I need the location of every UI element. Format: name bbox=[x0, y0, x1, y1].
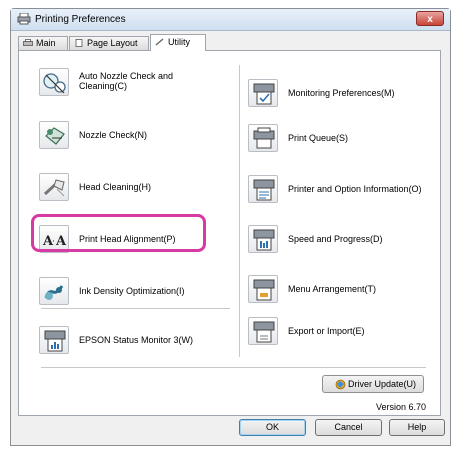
driver-update-button[interactable]: Driver Update(U) bbox=[322, 375, 424, 393]
nozzle-check-label: Nozzle Check(N) bbox=[79, 130, 148, 140]
speed-progress-label: Speed and Progress(D) bbox=[288, 234, 383, 244]
printer-icon bbox=[17, 13, 31, 25]
menu-arrangement-icon bbox=[248, 275, 278, 303]
printer-option-information-item[interactable]: Printer and Option Information(O) bbox=[248, 175, 438, 207]
export-import-icon bbox=[248, 317, 278, 345]
printer-option-information-label: Printer and Option Information(O) bbox=[288, 184, 422, 194]
auto-nozzle-check-item[interactable]: Auto Nozzle Check and Cleaning(C) bbox=[39, 68, 229, 100]
nozzle-check-item[interactable]: Nozzle Check(N) bbox=[39, 121, 229, 153]
close-button[interactable]: x bbox=[416, 11, 444, 26]
printer-icon bbox=[23, 39, 33, 46]
menu-arrangement-label: Menu Arrangement(T) bbox=[288, 284, 377, 294]
auto-nozzle-icon bbox=[39, 68, 69, 96]
globe-update-icon bbox=[335, 379, 346, 390]
auto-nozzle-check-label: Auto Nozzle Check and Cleaning(C) bbox=[79, 71, 174, 91]
help-button[interactable]: Help bbox=[389, 419, 445, 436]
ink-density-icon bbox=[39, 277, 69, 305]
status-monitor-icon bbox=[39, 326, 69, 354]
monitoring-preferences-label: Monitoring Preferences(M) bbox=[288, 88, 395, 98]
status-monitor-label: EPSON Status Monitor 3(W) bbox=[79, 335, 194, 345]
print-queue-item[interactable]: Print Queue(S) bbox=[248, 124, 438, 156]
tab-page-layout[interactable]: Page Layout bbox=[69, 36, 149, 50]
speed-progress-icon bbox=[248, 225, 278, 253]
export-import-label: Export or Import(E) bbox=[288, 326, 365, 336]
window-title: Printing Preferences bbox=[35, 14, 126, 25]
monitoring-icon bbox=[248, 79, 278, 107]
print-queue-icon bbox=[248, 124, 278, 152]
bottom-divider bbox=[41, 367, 426, 368]
left-divider bbox=[41, 308, 230, 309]
head-cleaning-icon bbox=[39, 173, 69, 201]
tab-main[interactable]: Main bbox=[18, 36, 68, 50]
utility-panel: Auto Nozzle Check and Cleaning(C) Nozzle… bbox=[18, 50, 441, 416]
nozzle-check-icon bbox=[39, 121, 69, 149]
head-cleaning-item[interactable]: Head Cleaning(H) bbox=[39, 173, 229, 205]
version-text: Version 6.70 bbox=[375, 402, 426, 412]
printing-preferences-window: Printing Preferences x Main Page Layout … bbox=[10, 8, 451, 446]
page-icon bbox=[75, 39, 83, 47]
ok-button[interactable]: OK bbox=[239, 419, 306, 436]
ink-density-optimization-item[interactable]: Ink Density Optimization(I) bbox=[39, 277, 229, 309]
title-bar: Printing Preferences x bbox=[11, 9, 450, 31]
status-monitor-item[interactable]: EPSON Status Monitor 3(W) bbox=[39, 326, 229, 358]
menu-arrangement-item[interactable]: Menu Arrangement(T) bbox=[248, 275, 438, 307]
wrench-icon bbox=[155, 38, 164, 46]
monitoring-preferences-item[interactable]: Monitoring Preferences(M) bbox=[248, 79, 438, 111]
printer-info-icon bbox=[248, 175, 278, 203]
print-queue-label: Print Queue(S) bbox=[288, 133, 349, 143]
driver-update-label: Driver Update(U) bbox=[347, 379, 416, 389]
highlight-annotation bbox=[31, 214, 206, 252]
tab-utility[interactable]: Utility bbox=[150, 34, 206, 51]
column-divider bbox=[239, 65, 240, 357]
head-cleaning-label: Head Cleaning(H) bbox=[79, 182, 152, 192]
cancel-button[interactable]: Cancel bbox=[315, 419, 382, 436]
speed-progress-item[interactable]: Speed and Progress(D) bbox=[248, 225, 438, 257]
export-import-item[interactable]: Export or Import(E) bbox=[248, 317, 438, 349]
ink-density-optimization-label: Ink Density Optimization(I) bbox=[79, 286, 185, 296]
